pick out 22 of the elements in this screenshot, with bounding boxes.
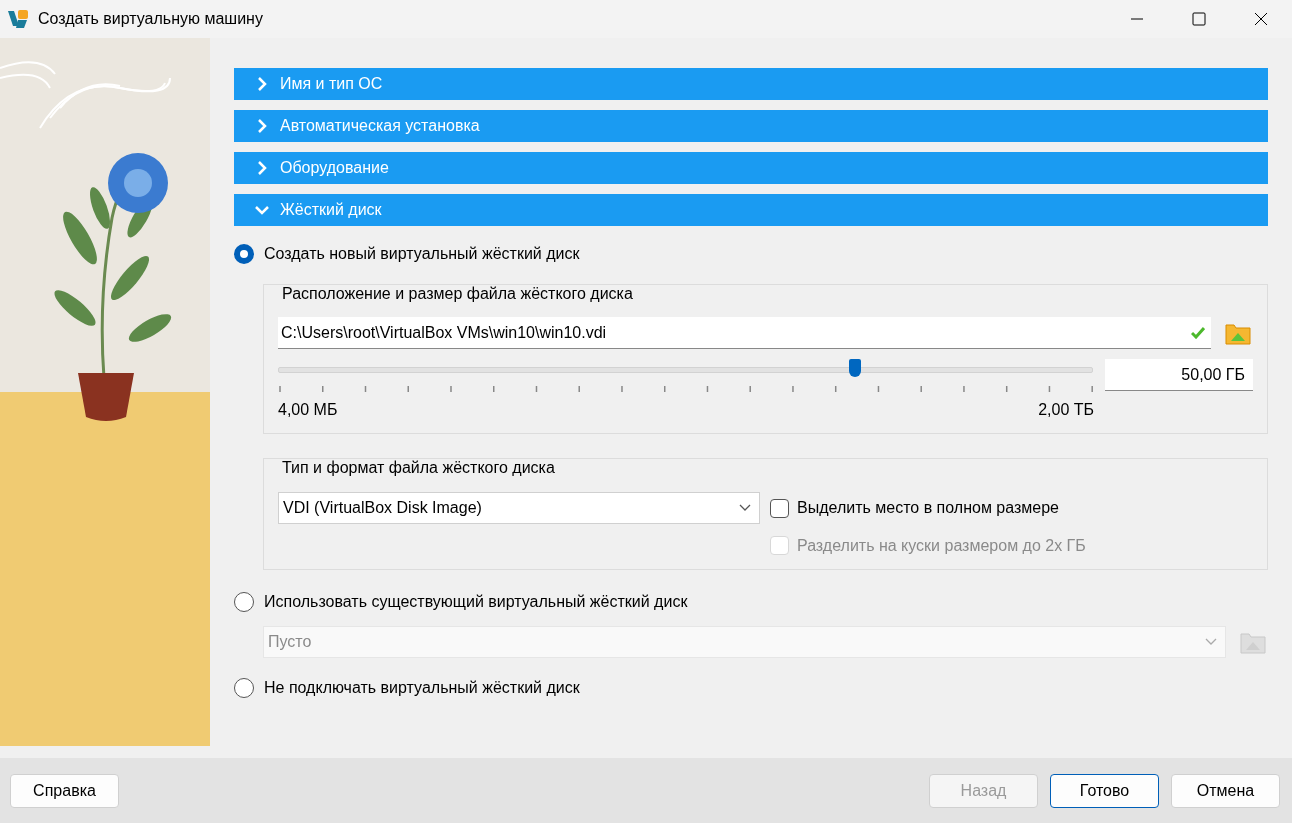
check-icon xyxy=(1191,326,1205,339)
format-dropdown[interactable]: VDI (VirtualBox Disk Image) xyxy=(278,492,760,524)
max-size-label: 2,00 ТБ xyxy=(1038,401,1094,419)
caret-icon xyxy=(1205,638,1217,646)
help-button[interactable]: Справка xyxy=(10,773,119,808)
slider-thumb[interactable] xyxy=(849,359,861,377)
close-icon xyxy=(1254,12,1268,26)
min-size-label: 4,00 МБ xyxy=(278,401,338,419)
app-logo-icon xyxy=(6,8,30,30)
maximize-icon xyxy=(1192,12,1206,26)
window-title: Создать виртуальную машину xyxy=(38,10,264,28)
dialog-button[interactable]: Отмена xyxy=(1171,773,1280,808)
radio-option[interactable]: Не подключать виртуальный жёсткий диск xyxy=(234,676,580,700)
checkbox[interactable]: Выделить место в полном размере xyxy=(770,498,1253,518)
folder-icon xyxy=(1240,630,1266,654)
size-field[interactable]: 50,00 ГБ xyxy=(1105,359,1253,391)
caret-icon xyxy=(739,504,751,512)
radio-option[interactable]: Использовать существующий виртуальный жёсткий диск xyxy=(234,590,688,614)
dialog-button[interactable]: Готово xyxy=(1050,773,1159,808)
radio-option[interactable]: Создать новый виртуальный жёсткий диск xyxy=(234,242,580,266)
path-field[interactable]: C:\Users\root\VirtualBox VMs\win10\win10.vdi xyxy=(278,317,1211,349)
folder-icon xyxy=(1225,321,1251,345)
